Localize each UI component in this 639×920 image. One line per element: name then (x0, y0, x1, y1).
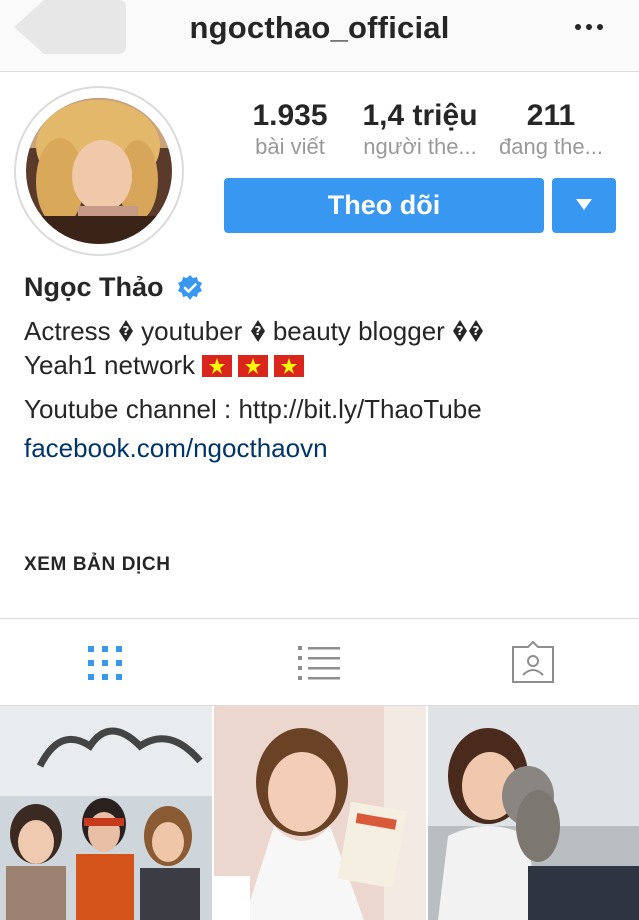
profile-username-title: ngocthao_official (189, 10, 450, 45)
more-dot (586, 24, 592, 30)
more-dot (597, 24, 603, 30)
list-icon (298, 646, 340, 680)
post-thumbnail[interactable] (428, 706, 639, 920)
bio-role-blogger: beauty blogger (272, 316, 445, 346)
missing-glyph-icon: ? (118, 320, 133, 342)
missing-glyph-icon: ? (250, 320, 265, 342)
missing-glyph-icon: ? (469, 320, 484, 342)
suggested-dropdown-button[interactable] (552, 178, 616, 233)
tab-grid[interactable] (0, 619, 213, 707)
verified-badge-icon (178, 275, 202, 300)
tab-list[interactable] (213, 619, 426, 707)
bio-line-1: Actress ? youtuber ? beauty blogger ?? (24, 316, 484, 347)
posts-count: 1.935 (252, 99, 328, 132)
followers-stat[interactable]: 1,4 triệu người the... (352, 98, 488, 160)
post-thumbnail[interactable] (214, 706, 426, 920)
vietnam-flag-icon (274, 355, 305, 377)
followers-label: người the... (363, 134, 477, 159)
avatar[interactable] (26, 98, 172, 244)
bio-role-youtuber: youtuber (141, 316, 243, 346)
vietnam-flag-icon (202, 355, 233, 377)
chevron-down-icon (576, 199, 592, 210)
following-label: đang the... (499, 134, 603, 159)
more-dots-icon (575, 24, 581, 30)
posts-grid (0, 706, 639, 920)
followers-count: 1,4 triệu (362, 99, 478, 132)
vietnam-flag-icon (238, 355, 269, 377)
bio-youtube-channel: Youtube channel : http://bit.ly/ThaoTube (24, 394, 482, 424)
post-thumbnail[interactable] (0, 706, 212, 920)
svg-text:?: ? (473, 324, 480, 338)
top-bar: ngocthao_official (0, 0, 639, 72)
follow-button[interactable]: Theo dõi (224, 178, 544, 233)
profile-tab-bar (0, 618, 639, 706)
bio-role-actress: Actress (24, 316, 111, 346)
bio-website-link[interactable]: facebook.com/ngocthaovn (24, 433, 328, 464)
missing-glyph-icon: ? (453, 320, 468, 342)
avatar-ring[interactable] (14, 86, 184, 256)
posts-label: bài viết (255, 134, 325, 159)
see-translation-link[interactable]: XEM BẢN DỊCH (24, 554, 171, 576)
display-name: Ngọc Thảo (24, 272, 164, 302)
tagged-user-icon (512, 641, 554, 683)
bio-line-2: Yeah1 network (24, 350, 310, 381)
following-count: 211 (526, 99, 576, 132)
bio-network: Yeah1 network (24, 350, 196, 380)
posts-stat[interactable]: 1.935 bài viết (228, 98, 352, 160)
more-options-button[interactable] (575, 14, 609, 40)
grid-icon (88, 646, 122, 680)
tab-tagged[interactable] (426, 619, 639, 707)
svg-text:?: ? (457, 324, 464, 338)
svg-text:?: ? (122, 324, 129, 338)
following-stat[interactable]: 211 đang the... (488, 98, 614, 160)
svg-text:?: ? (254, 324, 261, 338)
